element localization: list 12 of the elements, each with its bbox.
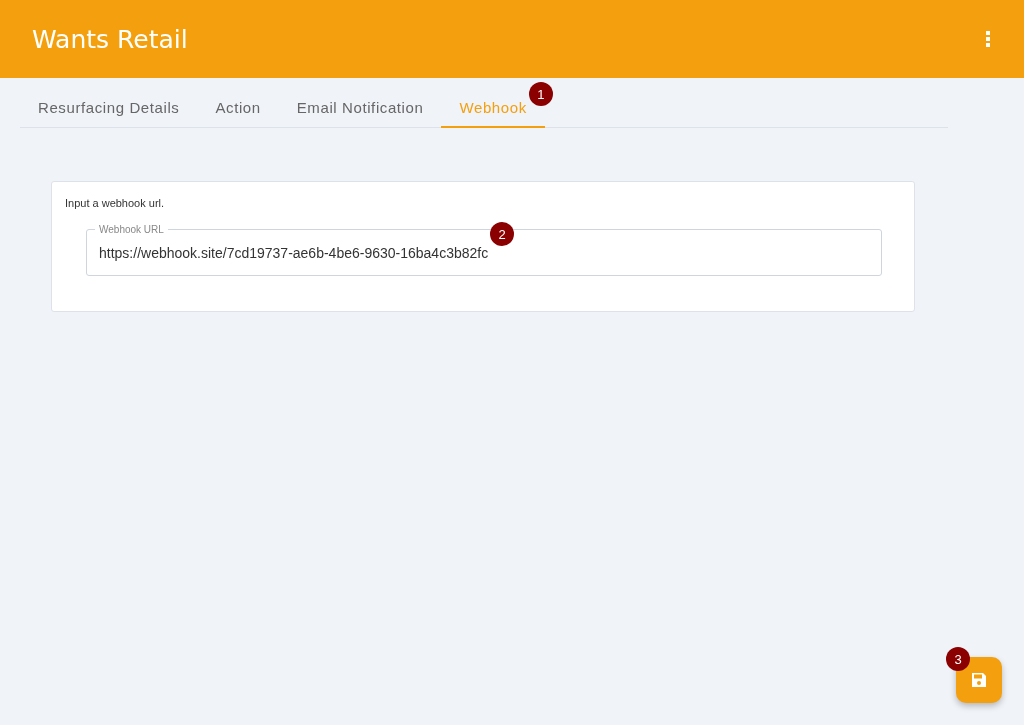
callout-badge: 3 (946, 647, 970, 671)
field-value: https://webhook.site/7cd19737-ae6b-4be6-9630-16ba4c3b82fc (99, 245, 489, 261)
callout-badge: 2 (490, 222, 514, 246)
save-icon (971, 672, 987, 688)
tab[interactable]: Resurfacing Details (20, 88, 198, 128)
app-title: Wants Retail (32, 24, 188, 54)
tab[interactable]: Action (197, 88, 279, 128)
tab[interactable]: Email Notification (278, 88, 442, 128)
callout-badge: 1 (528, 82, 553, 106)
hint-text: Input a webhook url. (65, 197, 166, 209)
save-button[interactable] (956, 657, 1002, 703)
field-label: Webhook URL (98, 224, 165, 235)
